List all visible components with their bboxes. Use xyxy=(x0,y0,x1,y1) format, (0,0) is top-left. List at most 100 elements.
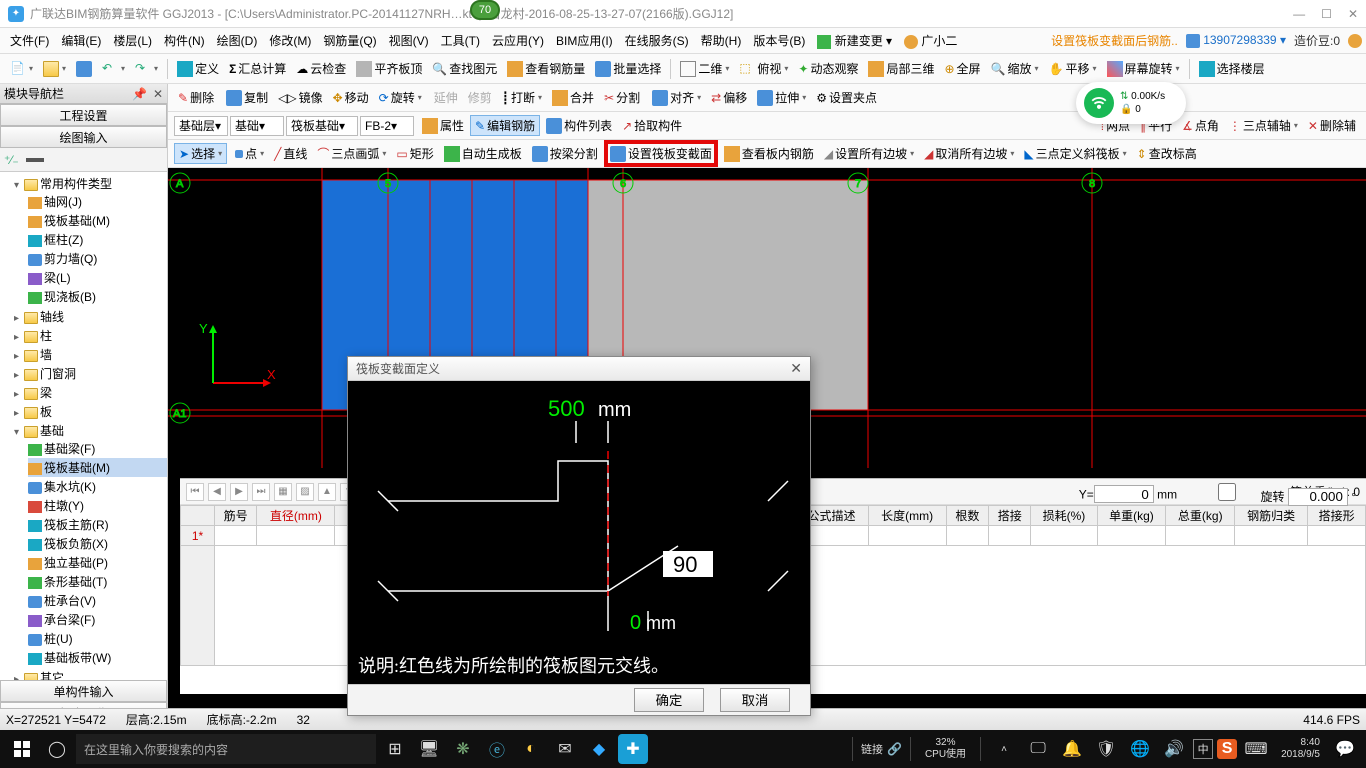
menu-rebar[interactable]: 钢筋量(Q) xyxy=(317,32,382,49)
menu-cloud[interactable]: 云应用(Y) xyxy=(486,32,550,49)
tree-selected-item[interactable]: 筏板基础(M) xyxy=(28,458,167,477)
menu-file[interactable]: 文件(F) xyxy=(4,32,55,49)
batch-select-button[interactable]: 批量选择 xyxy=(591,58,665,79)
rotate-checkbox[interactable] xyxy=(1197,483,1257,501)
minimize-button[interactable]: — xyxy=(1293,7,1305,21)
delete-button[interactable]: ✎删除 xyxy=(174,87,218,108)
item-select[interactable]: FB-2 ▾ xyxy=(360,116,414,136)
align-top-button[interactable]: 平齐板顶 xyxy=(352,58,426,79)
set-slope-button[interactable]: ◢设置所有边坡▾ xyxy=(820,143,918,164)
edge-icon[interactable]: ⓔ xyxy=(482,734,512,764)
tray-shield-icon[interactable]: 🛡 xyxy=(1091,734,1121,764)
2d-button[interactable]: 二维▾ xyxy=(676,58,733,79)
view-slab-rebar-button[interactable]: 查看板内钢筋 xyxy=(720,143,818,164)
y-input[interactable] xyxy=(1094,485,1154,503)
new-change-button[interactable]: 新建变更 ▾ xyxy=(811,32,898,49)
top-view-button[interactable]: ⬚俯视▾ xyxy=(735,58,792,79)
tab-project-settings[interactable]: 工程设置 xyxy=(0,104,167,126)
merge-button[interactable]: 合并 xyxy=(548,87,598,108)
new-button[interactable]: 📄▾ xyxy=(6,59,37,79)
edit-rebar-button[interactable]: ✎编辑钢筋 xyxy=(470,115,540,136)
maximize-button[interactable]: ☐ xyxy=(1321,7,1332,21)
trim-button[interactable]: 修剪 xyxy=(464,87,496,108)
nav-prev[interactable]: ◀ xyxy=(208,483,226,501)
start-button[interactable] xyxy=(6,734,38,764)
tray-net-icon[interactable]: 🌐 xyxy=(1125,734,1155,764)
tab-single-input[interactable]: 单构件输入 xyxy=(0,680,167,702)
component-tree[interactable]: ▾常用构件类型 轴网(J) 筏板基础(M) 框柱(Z) 剪力墙(Q) 梁(L) … xyxy=(0,172,167,680)
break-button[interactable]: ┋打断▾ xyxy=(498,87,546,108)
split-by-beam-button[interactable]: 按梁分割 xyxy=(528,143,602,164)
extend-button[interactable]: 延伸 xyxy=(430,87,462,108)
arc-tool-button[interactable]: ⌒三点画弧▾ xyxy=(313,143,390,164)
rotate-input[interactable] xyxy=(1288,488,1348,506)
point-tool-button[interactable]: 点▾ xyxy=(231,143,268,164)
layer-select[interactable]: 基础层 ▾ xyxy=(174,116,228,136)
set-section-button[interactable]: 设置筏板变截面 xyxy=(604,140,718,167)
rotate-button[interactable]: ⟳旋转▾ xyxy=(375,87,426,108)
dialog-titlebar[interactable]: 筏板变截面定义 ✕ xyxy=(348,357,810,381)
tray-bell-icon[interactable]: 🔔 xyxy=(1057,734,1087,764)
offset-button[interactable]: ⇄偏移 xyxy=(707,87,751,108)
nav-next[interactable]: ▶ xyxy=(230,483,248,501)
cancel-slope-button[interactable]: ◢取消所有边坡▾ xyxy=(920,143,1018,164)
view-rebar-button[interactable]: 查看钢筋量 xyxy=(503,58,589,79)
select-floor-button[interactable]: 选择楼层 xyxy=(1195,58,1269,79)
menu-component[interactable]: 构件(N) xyxy=(158,32,211,49)
taskbar-clock[interactable]: 8:402018/9/5 xyxy=(1275,737,1326,761)
tab-draw-input[interactable]: 绘图输入 xyxy=(0,126,167,148)
zoom-button[interactable]: 🔍缩放▾ xyxy=(987,58,1043,79)
close-button[interactable]: ✕ xyxy=(1348,7,1358,21)
nav-first[interactable]: ⏮ xyxy=(186,483,204,501)
properties-button[interactable]: 属性 xyxy=(418,115,468,136)
redo-button[interactable]: ↷▾ xyxy=(131,59,162,79)
sogou-icon[interactable]: S xyxy=(1217,739,1237,759)
nav-last[interactable]: ⏭ xyxy=(252,483,270,501)
menu-view[interactable]: 视图(V) xyxy=(383,32,435,49)
collapse-icon[interactable] xyxy=(26,158,44,162)
ime-icon[interactable]: 中 xyxy=(1193,739,1213,759)
copy-button[interactable]: 复制 xyxy=(222,87,272,108)
local3d-button[interactable]: 局部三维 xyxy=(864,58,938,79)
expand-icon[interactable]: ⁺⁄₋ xyxy=(4,153,20,167)
menu-edit[interactable]: 编辑(E) xyxy=(55,32,107,49)
app-icon-5[interactable]: ✚ xyxy=(618,734,648,764)
angle-input[interactable]: 90 xyxy=(673,552,697,577)
undo-button[interactable]: ↶▾ xyxy=(98,59,129,79)
mirror-button[interactable]: ◁▷镜像 xyxy=(274,87,326,108)
stretch-button[interactable]: 拉伸▾ xyxy=(753,87,810,108)
mail-icon[interactable]: ✉ xyxy=(550,734,580,764)
fullscreen-button[interactable]: ⊕全屏 xyxy=(940,58,984,79)
orbit-button[interactable]: ✦动态观察 xyxy=(794,58,862,79)
link-icon[interactable]: 🔗 xyxy=(887,742,902,756)
link-label[interactable]: 链接 xyxy=(861,741,883,757)
dialog-cancel-button[interactable]: 取消 xyxy=(720,688,790,712)
screen-rotate-button[interactable]: 屏幕旋转▾ xyxy=(1103,58,1184,79)
sum-button[interactable]: Σ 汇总计算 xyxy=(225,58,290,79)
select-tool-button[interactable]: ➤选择▾ xyxy=(174,143,227,164)
menu-draw[interactable]: 绘图(D) xyxy=(211,32,264,49)
align-button[interactable]: 对齐▾ xyxy=(648,87,705,108)
pan-button[interactable]: ✋平移▾ xyxy=(1045,58,1101,79)
sidebar-close-icon[interactable]: ✕ xyxy=(153,87,163,101)
rect-tool-button[interactable]: ▭矩形 xyxy=(392,143,437,164)
grip-button[interactable]: ⚙设置夹点 xyxy=(812,87,881,108)
menu-help[interactable]: 帮助(H) xyxy=(695,32,748,49)
tray-monitor-icon[interactable]: 🖵 xyxy=(1023,734,1053,764)
save-button[interactable] xyxy=(72,59,96,79)
tray-vol-icon[interactable]: 🔊 xyxy=(1159,734,1189,764)
cpu-meter[interactable]: 32%CPU使用 xyxy=(919,737,972,761)
taskview-icon[interactable]: ⊞ xyxy=(380,734,410,764)
user-button[interactable]: 广小二 xyxy=(898,32,963,49)
pin-icon[interactable]: 📌 xyxy=(132,87,147,101)
split-button[interactable]: ✂分割 xyxy=(600,87,644,108)
taskbar-search[interactable]: 在这里输入你要搜索的内容 xyxy=(76,734,376,764)
app-icon-2[interactable]: ❋ xyxy=(448,734,478,764)
nav-up[interactable]: ▲ xyxy=(318,483,336,501)
autogen-button[interactable]: 自动生成板 xyxy=(440,143,526,164)
find-element-button[interactable]: 🔍查找图元 xyxy=(428,58,501,79)
menu-version[interactable]: 版本号(B) xyxy=(747,32,811,49)
menu-online[interactable]: 在线服务(S) xyxy=(619,32,695,49)
phone-label[interactable]: 13907298339 ▾ xyxy=(1186,33,1286,48)
app-icon-3[interactable]: ◐ xyxy=(516,734,546,764)
